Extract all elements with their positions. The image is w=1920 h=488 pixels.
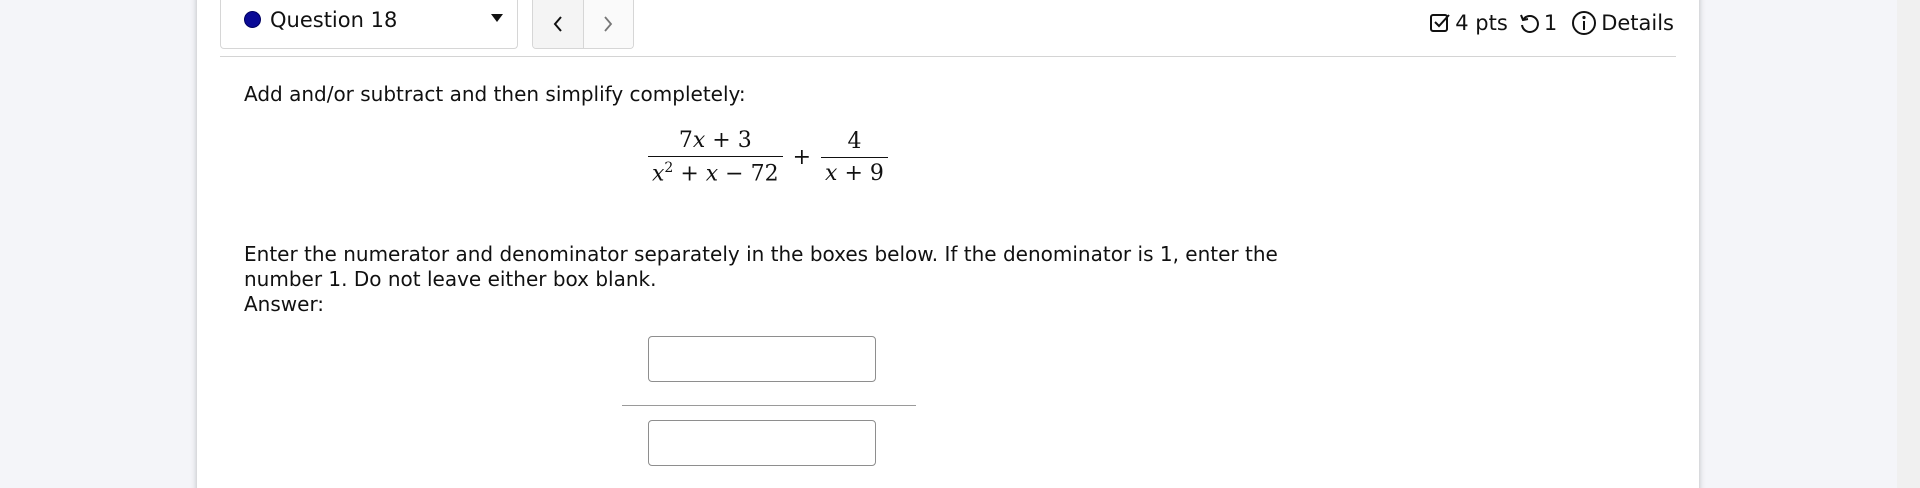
question-meta: 4 pts 1 Details bbox=[1429, 10, 1674, 36]
fraction-term-1: 7x + 3 x2 + x − 72 bbox=[648, 128, 783, 186]
fraction-term-2: 4 x + 9 bbox=[821, 129, 888, 186]
status-dot-icon bbox=[244, 11, 261, 28]
question-nav bbox=[532, 0, 634, 49]
previous-question-button[interactable] bbox=[533, 0, 584, 48]
numerator-input[interactable] bbox=[648, 336, 876, 382]
instructions-text: Enter the numerator and denominator sepa… bbox=[244, 242, 1278, 291]
scrollbar-track[interactable] bbox=[1897, 0, 1920, 488]
term1-denominator: x2 + x − 72 bbox=[652, 160, 779, 187]
retry-icon bbox=[1518, 12, 1540, 34]
question-selector[interactable]: Question 18 bbox=[220, 0, 518, 49]
checkbox-icon bbox=[1429, 12, 1451, 34]
chevron-right-icon bbox=[604, 16, 613, 32]
viewport: Question 18 4 pts 1 Details Add and/or s… bbox=[0, 0, 1920, 488]
operator: + bbox=[792, 144, 812, 170]
question-selector-label: Question 18 bbox=[270, 8, 398, 32]
term2-numerator: 4 bbox=[847, 128, 862, 154]
chevron-left-icon bbox=[553, 16, 562, 32]
details-link[interactable]: Details bbox=[1601, 11, 1674, 35]
question-prompt: Add and/or subtract and then simplify co… bbox=[244, 82, 746, 106]
answer-label: Answer: bbox=[244, 292, 325, 316]
answer-fraction-bar bbox=[622, 405, 916, 406]
math-expression: 7x + 3 x2 + x − 72 + 4 x + 9 bbox=[648, 128, 888, 186]
term2-denominator: x + 9 bbox=[825, 160, 884, 186]
denominator-input[interactable] bbox=[648, 420, 876, 466]
header-divider bbox=[220, 56, 1676, 57]
caret-down-icon bbox=[491, 14, 503, 22]
attempts-value: 1 bbox=[1543, 11, 1558, 35]
next-question-button[interactable] bbox=[583, 0, 633, 48]
info-icon[interactable] bbox=[1571, 10, 1597, 36]
points-value: 4 pts bbox=[1455, 11, 1508, 35]
term1-numerator: 7x + 3 bbox=[678, 128, 752, 153]
